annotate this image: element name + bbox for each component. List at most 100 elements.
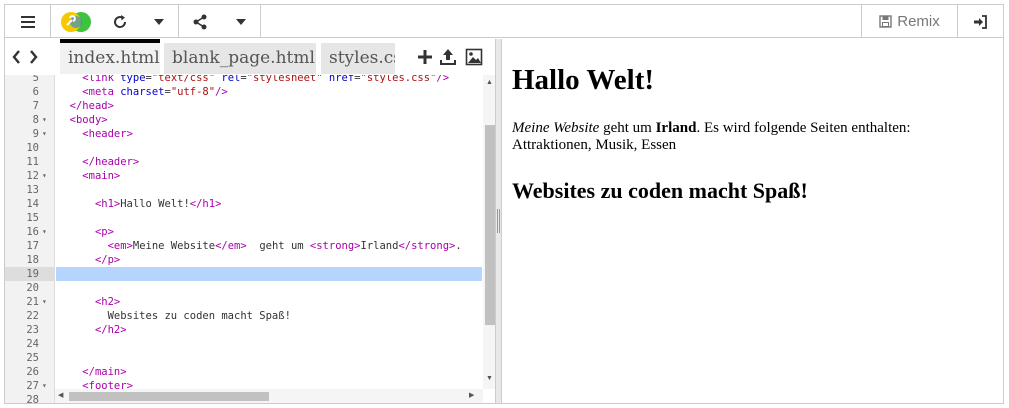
line-number: 16 (26, 226, 39, 238)
app-window: Remix index.html blank_page.html styles.… (4, 4, 1004, 404)
code-line[interactable]: 9 ▾ <header> (5, 127, 483, 141)
code-line[interactable]: 21 ▾ <h2> (5, 295, 483, 309)
line-number: 17 (26, 240, 39, 252)
code-text: <link type="text/css" rel="stylesheet" h… (82, 75, 450, 84)
code-line[interactable]: 25 (5, 351, 483, 365)
line-number: 12 (26, 170, 39, 182)
line-number: 28 (26, 394, 39, 403)
code-editor[interactable]: 5 <link type="text/css" rel="stylesheet"… (5, 75, 501, 403)
line-number: 25 (26, 352, 39, 364)
share-button[interactable] (179, 5, 221, 38)
code-line[interactable]: 26 </main> (5, 365, 483, 379)
preview-subheading: Websites zu coden macht Spaß! (512, 178, 808, 203)
preview-pane: Hallo Welt! Meine Website geht um Irland… (503, 39, 1003, 403)
code-text: </header> (82, 156, 140, 168)
line-number: 21 (26, 296, 39, 308)
code-line[interactable]: 7 </head> (5, 99, 483, 113)
code-line[interactable]: 6 <meta charset="utf-8"/> (5, 85, 483, 99)
code-text: <em>Meine Website</em> geht um <strong>I… (107, 240, 462, 252)
vertical-scroll-thumb[interactable] (485, 125, 495, 325)
line-number: 26 (26, 366, 39, 378)
menu-button[interactable] (5, 5, 51, 38)
remix-label: Remix (897, 13, 940, 30)
sign-in-icon (974, 14, 987, 29)
code-line[interactable]: 20 (5, 281, 483, 295)
code-line[interactable]: 12 ▾ <main> (5, 169, 483, 183)
scroll-down-arrow-icon[interactable]: ▼ (486, 375, 493, 382)
line-number: 8 (32, 114, 39, 126)
preview-paragraph: Meine Website geht um Irland. Es wird fo… (512, 120, 992, 154)
login-button[interactable] (957, 5, 1003, 38)
code-text: <h2> (94, 296, 121, 308)
fold-arrow-icon[interactable]: ▾ (42, 225, 47, 239)
tab-blank-page-html[interactable]: blank_page.html (164, 43, 316, 74)
tab-index-html[interactable]: index.html (60, 39, 160, 74)
code-line[interactable]: 16 ▾ <p> (5, 225, 483, 239)
logo-button[interactable] (51, 5, 101, 38)
caret-down-icon (153, 18, 164, 25)
code-text: </head> (69, 100, 114, 112)
code-toggle-icon (12, 50, 38, 64)
reload-options-dropdown[interactable] (139, 5, 179, 38)
line-number: 23 (26, 324, 39, 336)
preview-em: Meine Website (512, 120, 600, 136)
code-line[interactable]: 17 <em>Meine Website</em> geht um <stron… (5, 239, 483, 253)
code-text: <p> (94, 226, 114, 238)
line-number: 19 (5, 267, 55, 281)
share-icon (193, 14, 207, 29)
fold-arrow-icon[interactable]: ▾ (42, 379, 47, 393)
upload-file-button[interactable] (439, 48, 457, 66)
code-text: </h2> (94, 324, 127, 336)
image-upload-button[interactable] (465, 48, 483, 66)
remix-button[interactable]: Remix (861, 5, 957, 38)
line-number: 13 (26, 184, 39, 196)
add-file-button[interactable] (417, 49, 433, 65)
fold-arrow-icon[interactable]: ▾ (42, 169, 47, 183)
line-number: 7 (32, 100, 39, 112)
tab-styles-css[interactable]: styles.cs (321, 43, 395, 74)
pane-splitter[interactable] (495, 39, 502, 403)
code-text: <body> (69, 114, 108, 126)
scroll-right-arrow-icon[interactable]: ▶ (469, 391, 474, 399)
hamburger-icon (20, 15, 35, 28)
code-line[interactable]: 19 (5, 267, 483, 281)
scroll-up-arrow-icon[interactable]: ▲ (486, 79, 493, 86)
code-line[interactable]: 23 </h2> (5, 323, 483, 337)
reload-button[interactable] (101, 5, 139, 38)
line-number: 18 (26, 254, 39, 266)
splitter-grip-icon (497, 209, 500, 233)
toggle-sidebar-button[interactable] (9, 39, 43, 75)
code-line[interactable]: 14 <h1>Hallo Welt!</h1> (5, 197, 483, 211)
code-line[interactable]: 8 ▾ <body> (5, 113, 483, 127)
horizontal-scroll-thumb[interactable] (69, 392, 269, 401)
code-line[interactable]: 11 </header> (5, 155, 483, 169)
line-number: 15 (26, 212, 39, 224)
line-number: 6 (32, 86, 39, 98)
line-number: 5 (32, 75, 39, 84)
code-line[interactable]: 10 (5, 141, 483, 155)
horizontal-scrollbar[interactable]: ◀ ▶ (55, 389, 483, 403)
reload-icon (114, 14, 127, 28)
line-number: 10 (26, 142, 39, 154)
preview-heading: Hallo Welt! (512, 64, 655, 96)
line-number: 11 (26, 156, 39, 168)
code-line[interactable]: 24 (5, 337, 483, 351)
preview-text: geht um (599, 120, 656, 136)
code-line[interactable]: 22 Websites zu coden macht Spaß! (5, 309, 483, 323)
fold-arrow-icon[interactable]: ▾ (42, 295, 47, 309)
code-line[interactable]: 13 (5, 183, 483, 197)
code-text: Websites zu coden macht Spaß! (57, 310, 291, 322)
scroll-left-arrow-icon[interactable]: ◀ (58, 391, 63, 399)
preview-strong: Irland (655, 120, 697, 136)
caret-down-icon (235, 18, 246, 25)
fold-arrow-icon[interactable]: ▾ (42, 127, 47, 141)
key-logo-icon (61, 11, 91, 32)
code-line[interactable]: 18 </p> (5, 253, 483, 267)
share-options-dropdown[interactable] (221, 5, 261, 38)
code-text: </main> (82, 366, 127, 378)
code-line[interactable]: 15 (5, 211, 483, 225)
fold-arrow-icon[interactable]: ▾ (42, 113, 47, 127)
toolbar: Remix (5, 5, 1003, 38)
code-text: <h1>Hallo Welt!</h1> (94, 198, 222, 210)
code-line[interactable]: 5 <link type="text/css" rel="stylesheet"… (5, 75, 483, 85)
